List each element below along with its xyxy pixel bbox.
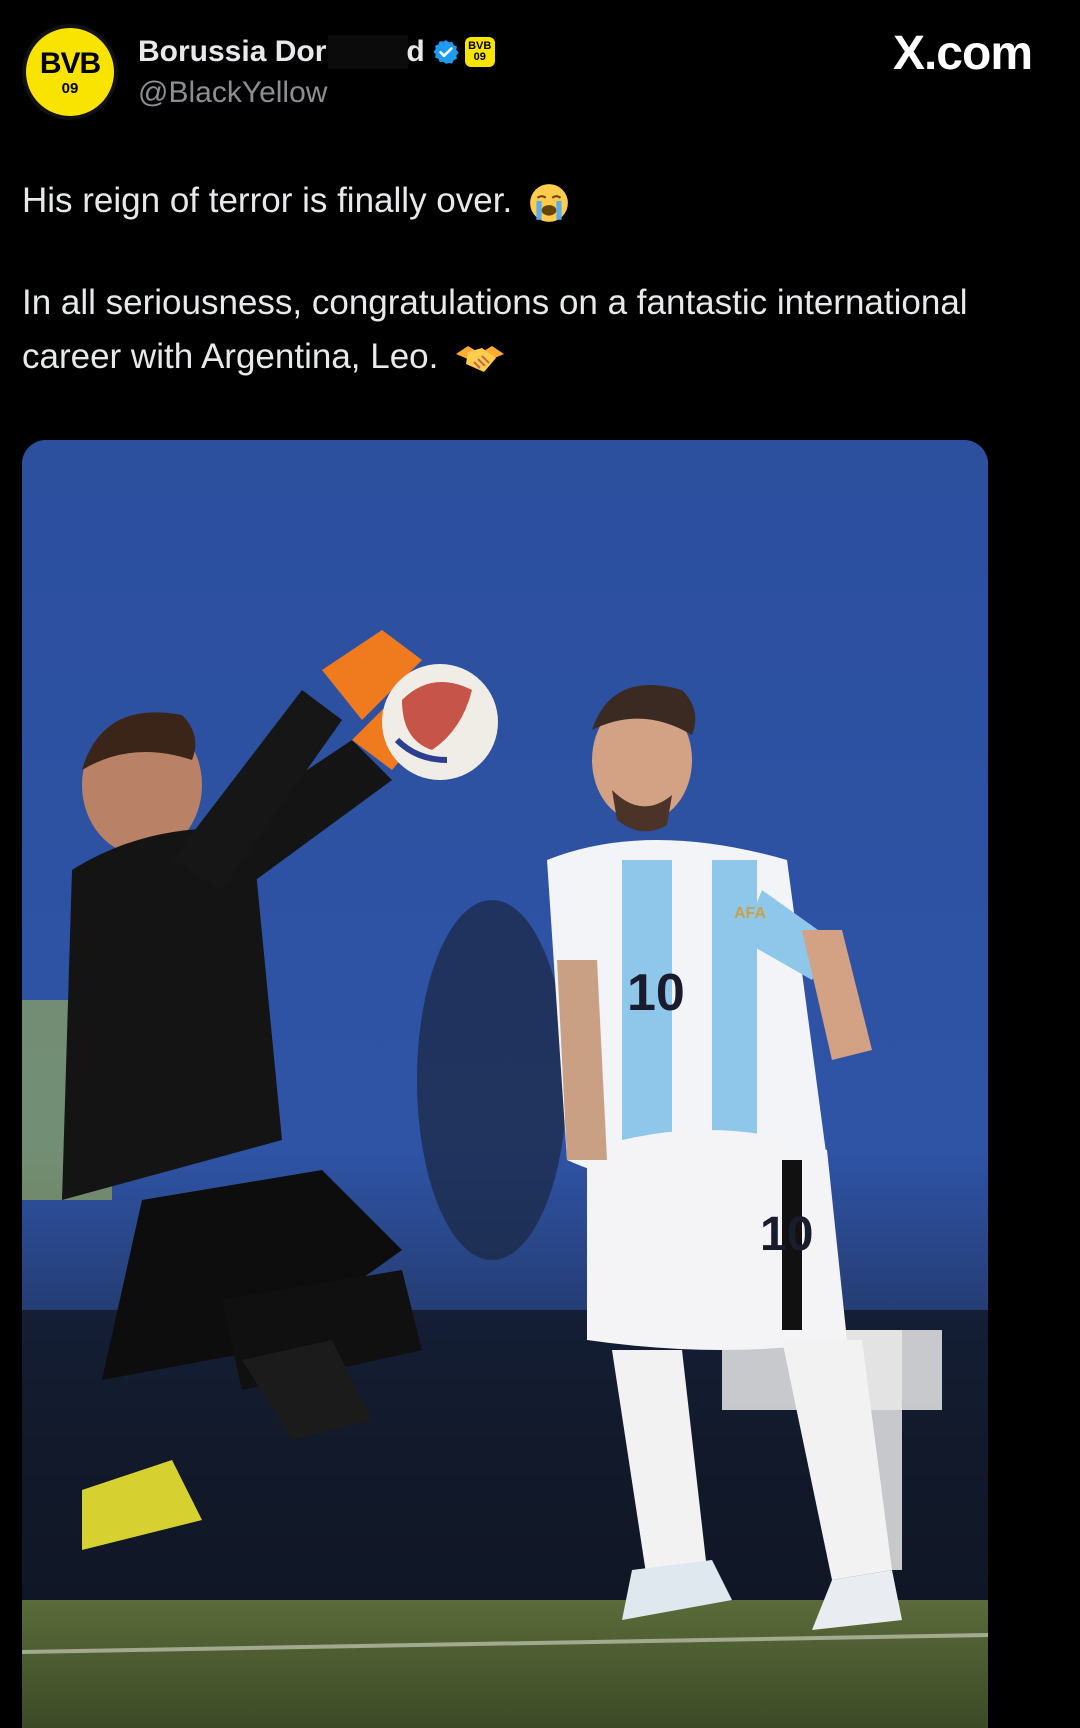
name-row: Borussia Dor d BVB 09 xyxy=(138,32,495,72)
handshake-icon xyxy=(456,345,505,372)
affiliate-badge-bottom: 09 xyxy=(473,51,486,63)
display-name[interactable]: Borussia Dor xyxy=(138,35,326,69)
jersey-number: 10 xyxy=(627,964,685,1022)
post-text-line-1: His reign of terror is finally over. xyxy=(22,174,1062,228)
affiliate-badge-icon: BVB 09 xyxy=(464,37,495,67)
photo-scene: 10 10 AFA xyxy=(22,440,988,1728)
post-photo[interactable]: 10 10 AFA xyxy=(22,440,988,1728)
verified-badge-icon xyxy=(433,40,459,64)
background-person xyxy=(417,900,567,1260)
shorts-number: 10 xyxy=(760,1208,813,1261)
post-text-line-2: In all seriousness, congratulations on a… xyxy=(22,276,1062,384)
account-handle[interactable]: @BlackYellow xyxy=(138,76,327,110)
account-avatar[interactable]: BVB 09 xyxy=(22,24,118,120)
avatar-text-bottom: 09 xyxy=(61,79,79,97)
crest-label: AFA xyxy=(734,905,766,922)
post-text-1: His reign of terror is finally over. xyxy=(22,181,513,220)
loudly-crying-face-icon xyxy=(530,183,568,222)
avatar-text-top: BVB xyxy=(39,46,101,80)
football xyxy=(382,664,498,780)
display-name-tail: d xyxy=(406,35,425,68)
site-watermark: X.com xyxy=(892,27,1033,80)
obscured-name-segment xyxy=(328,35,409,69)
tweet-header: BVB 09 Borussia Dor d BVB 09 @BlackYello… xyxy=(0,0,1080,130)
